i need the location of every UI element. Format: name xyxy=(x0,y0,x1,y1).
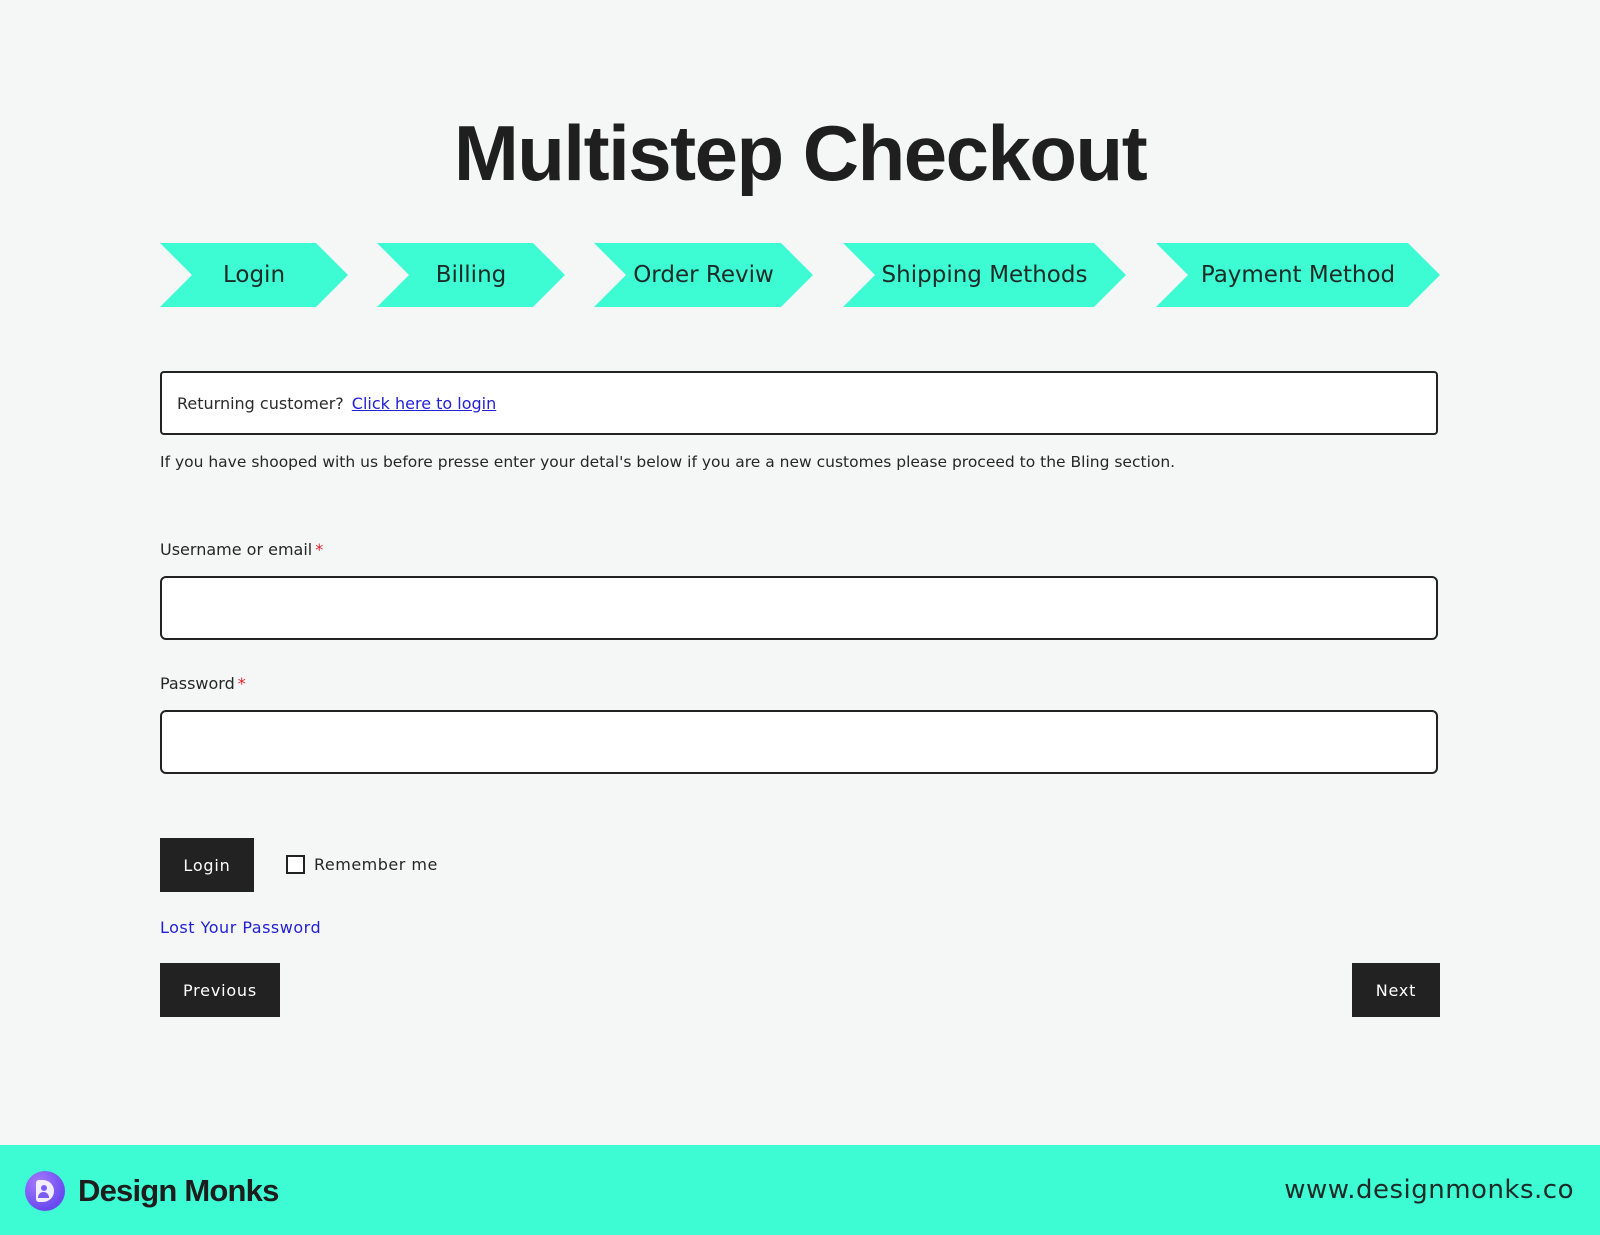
lost-password-link[interactable]: Lost Your Password xyxy=(160,918,321,937)
step-billing[interactable]: Billing xyxy=(377,243,565,307)
step-order-review[interactable]: Order Reviw xyxy=(594,243,813,307)
design-monks-logo-icon xyxy=(25,1171,65,1211)
returning-customer-notice: Returning customer? Click here to login xyxy=(160,371,1438,435)
brand-name: Design Monks xyxy=(78,1173,279,1208)
remember-me-checkbox[interactable] xyxy=(286,855,305,874)
step-label: Shipping Methods xyxy=(881,262,1088,288)
remember-me[interactable]: Remember me xyxy=(286,855,438,874)
required-mark: * xyxy=(315,540,324,559)
step-label: Payment Method xyxy=(1200,262,1396,288)
previous-button[interactable]: Previous xyxy=(160,963,280,1017)
brand: Design Monks xyxy=(25,1171,279,1211)
username-label: Username or email * xyxy=(160,540,323,559)
password-label-text: Password xyxy=(160,674,235,693)
step-label: Login xyxy=(222,262,286,288)
checkout-steps: Login Billing Order Reviw Shipping Metho… xyxy=(0,243,1600,307)
intro-text: If you have shooped with us before press… xyxy=(160,453,1176,471)
login-link[interactable]: Click here to login xyxy=(352,394,496,413)
website-url: www.designmonks.co xyxy=(1284,1175,1574,1205)
next-button[interactable]: Next xyxy=(1352,963,1440,1017)
username-input[interactable] xyxy=(160,576,1438,640)
username-label-text: Username or email xyxy=(160,540,313,559)
step-label: Billing xyxy=(435,262,507,288)
password-label: Password * xyxy=(160,674,246,693)
page-title: Multistep Checkout xyxy=(453,109,1148,197)
required-mark: * xyxy=(237,674,246,693)
password-input[interactable] xyxy=(160,710,1438,774)
step-label: Order Reviw xyxy=(633,262,774,288)
step-payment-method[interactable]: Payment Method xyxy=(1156,243,1440,307)
step-login[interactable]: Login xyxy=(160,243,348,307)
remember-me-label: Remember me xyxy=(314,855,438,874)
step-shipping-methods[interactable]: Shipping Methods xyxy=(843,243,1126,307)
footer: Design Monks www.designmonks.co xyxy=(0,1145,1600,1235)
notice-text: Returning customer? xyxy=(177,393,344,413)
login-button[interactable]: Login xyxy=(160,838,254,892)
